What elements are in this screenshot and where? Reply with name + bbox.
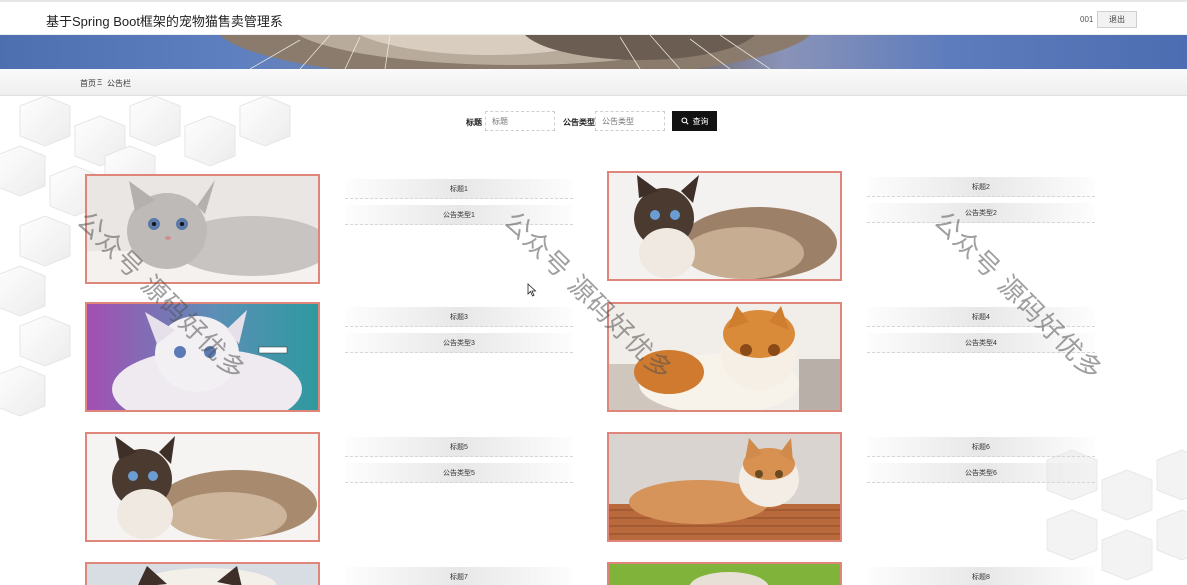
notice-image-5[interactable] [85, 432, 320, 542]
title-search-input[interactable] [485, 111, 555, 131]
notice-image-7[interactable] [85, 562, 320, 585]
breadcrumb: 首页 Ξ 公告栏 [0, 69, 1187, 96]
notice-image-6[interactable] [607, 432, 842, 542]
notice-image-1[interactable] [85, 174, 320, 284]
banner-cat-image [220, 35, 810, 69]
notice-title-1[interactable]: 标题1 [345, 179, 573, 199]
notice-type-4: 公告类型4 [867, 333, 1095, 353]
notice-title-3[interactable]: 标题3 [345, 307, 573, 327]
type-search-label: 公告类型 [563, 118, 595, 127]
banner-image [0, 35, 1187, 69]
notice-type-5: 公告类型5 [345, 463, 573, 483]
notice-title-8[interactable]: 标题8 [867, 567, 1095, 585]
notice-image-4[interactable] [607, 302, 842, 412]
breadcrumb-separator: Ξ [97, 78, 103, 87]
mouse-cursor-icon [527, 283, 537, 297]
search-button[interactable]: 查询 [672, 111, 717, 131]
notice-title-5[interactable]: 标题5 [345, 437, 573, 457]
search-icon [680, 117, 689, 125]
app-title: 基于Spring Boot框架的宠物猫售卖管理系 [46, 14, 283, 29]
notice-title-6[interactable]: 标题6 [867, 437, 1095, 457]
title-search-label: 标题 [466, 118, 482, 127]
notice-type-2: 公告类型2 [867, 203, 1095, 223]
notice-title-4[interactable]: 标题4 [867, 307, 1095, 327]
breadcrumb-home[interactable]: 首页 [80, 78, 96, 89]
breadcrumb-current: 公告栏 [107, 79, 131, 88]
notice-type-3: 公告类型3 [345, 333, 573, 353]
type-search-input[interactable] [595, 111, 665, 131]
notice-image-3[interactable] [85, 302, 320, 412]
notice-type-1: 公告类型1 [345, 205, 573, 225]
notice-image-8[interactable] [607, 562, 842, 585]
notice-type-6: 公告类型6 [867, 463, 1095, 483]
watermark-text-3: 公众号 源码好优多 [927, 206, 1109, 387]
notice-title-7[interactable]: 标题7 [345, 567, 573, 585]
search-button-label: 查询 [692, 116, 709, 126]
notice-image-2[interactable] [607, 171, 842, 281]
notice-title-2[interactable]: 标题2 [867, 177, 1095, 197]
top-bar: 基于Spring Boot框架的宠物猫售卖管理系 001 退出 [0, 0, 1187, 35]
logout-button[interactable]: 退出 [1097, 11, 1137, 28]
user-name[interactable]: 001 [1080, 15, 1093, 24]
